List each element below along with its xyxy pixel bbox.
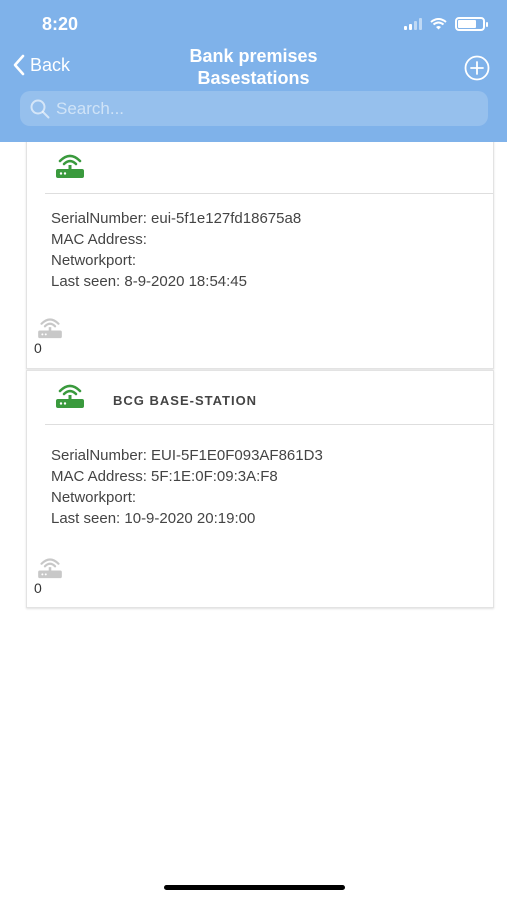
mac-address: MAC Address: (51, 231, 147, 248)
serial-number: SerialNumber: EUI-5F1E0F093AF861D3 (51, 447, 323, 464)
page-title-line2: Basestations (197, 68, 310, 88)
device-count: 0 (34, 580, 42, 596)
add-button[interactable] (464, 55, 490, 81)
card-details: SerialNumber: eui-5f1e127fd18675a8 MAC A… (51, 208, 301, 292)
page-title-line1: Bank premises (189, 46, 318, 66)
serial-number: SerialNumber: eui-5f1e127fd18675a8 (51, 210, 302, 227)
last-seen: Last seen: 10-9-2020 20:19:00 (51, 510, 256, 527)
devices-icon (38, 318, 62, 339)
chevron-left-icon (13, 54, 25, 76)
battery-level (458, 20, 476, 28)
back-button[interactable]: Back (12, 54, 70, 76)
networkport: Networkport: (51, 489, 137, 506)
divider (45, 193, 493, 194)
search-input[interactable] (56, 98, 476, 119)
status-icons (404, 17, 488, 31)
home-indicator[interactable] (164, 885, 345, 890)
basestation-card[interactable]: SerialNumber: eui-5f1e127fd18675a8 MAC A… (26, 142, 494, 369)
device-count: 0 (34, 340, 42, 356)
card-header: BCG BASE-STATION (27, 371, 493, 425)
back-label: Back (30, 54, 71, 75)
status-bar: 8:20 (0, 0, 507, 44)
mac-address: MAC Address: 5F:1E:0F:09:3A:F8 (51, 468, 278, 485)
card-header (27, 142, 493, 194)
basestation-card[interactable]: BCG BASE-STATION SerialNumber: EUI-5F1E0… (26, 370, 494, 608)
status-time: 8:20 (42, 14, 79, 34)
last-seen: Last seen: 8-9-2020 18:54:45 (51, 273, 247, 290)
page-title: Bank premises Basestations (100, 45, 407, 89)
devices-icon (38, 558, 62, 579)
card-details: SerialNumber: EUI-5F1E0F093AF861D3 MAC A… (51, 445, 323, 529)
battery-icon (455, 17, 488, 31)
basestation-list: SerialNumber: eui-5f1e127fd18675a8 MAC A… (0, 142, 507, 622)
router-icon (56, 384, 84, 408)
search-bar[interactable] (20, 91, 488, 126)
app-header: 8:20 Back Bank premises Basestations (0, 0, 507, 142)
wifi-icon (430, 18, 447, 30)
cellular-signal-icon (404, 18, 422, 30)
search-icon (30, 99, 50, 118)
router-icon (56, 154, 84, 178)
networkport: Networkport: (51, 252, 137, 269)
divider (45, 424, 493, 425)
basestation-name: BCG BASE-STATION (113, 393, 258, 408)
